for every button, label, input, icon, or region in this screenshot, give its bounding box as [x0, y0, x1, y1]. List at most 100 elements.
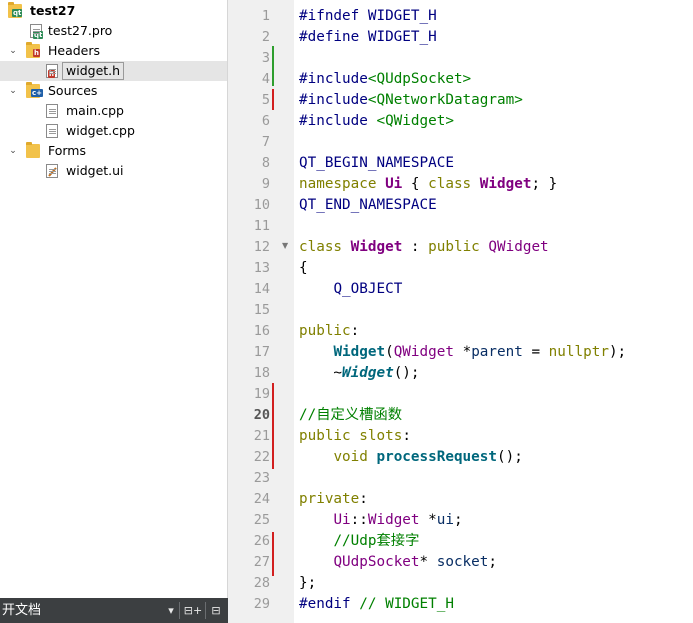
code-token: nullptr: [548, 344, 609, 360]
widget-h-label: widget.h: [62, 62, 125, 80]
sources-folder-icon: c+: [26, 82, 44, 98]
line-number: 28: [253, 575, 270, 591]
code-line[interactable]: #include <QWidget>: [299, 111, 454, 132]
line-number: 7: [261, 134, 270, 150]
line-number: 12: [253, 239, 270, 255]
code-token: :: [402, 239, 429, 255]
main-cpp-label: main.cpp: [66, 103, 124, 118]
code-line[interactable]: };: [299, 573, 316, 594]
pro-file-label: test27.pro: [48, 23, 113, 38]
tree-item-forms[interactable]: ⌄ Forms: [0, 141, 227, 161]
code-token: processRequest: [376, 449, 497, 465]
code-line[interactable]: //Udp套接字: [299, 531, 419, 552]
line-number: 8: [261, 155, 270, 171]
code-token: #include: [299, 92, 368, 108]
close-button[interactable]: ⊟: [208, 603, 224, 618]
code-token: #include: [299, 71, 368, 87]
line-number: 19: [253, 386, 270, 402]
code-token: ::: [350, 512, 368, 528]
collapse-arrow-icon[interactable]: ⌄: [8, 41, 18, 61]
code-token: class: [428, 176, 480, 192]
sources-label: Sources: [48, 83, 98, 98]
tree-item-sources[interactable]: ⌄ c+ Sources: [0, 81, 227, 101]
code-token: <QUdpSocket>: [367, 71, 472, 87]
code-token: ui: [436, 512, 454, 528]
cpp-file-icon: [46, 124, 58, 138]
code-token: *: [453, 344, 472, 360]
code-token: ~: [299, 365, 343, 381]
code-line[interactable]: void processRequest();: [299, 447, 522, 468]
code-line[interactable]: public:: [299, 321, 359, 342]
line-number: 10: [253, 197, 270, 213]
code-line[interactable]: public slots:: [299, 426, 411, 447]
tree-item-widget-h[interactable]: h widget.h: [0, 61, 227, 81]
code-line[interactable]: //自定义槽函数: [299, 405, 402, 426]
fold-arrow-icon[interactable]: ▼: [282, 241, 288, 250]
code-token: =: [522, 344, 549, 360]
code-token: Widget: [342, 365, 394, 381]
code-line[interactable]: #define WIDGET_H: [299, 27, 437, 48]
code-token: QWidget: [488, 239, 549, 255]
tree-item-project[interactable]: qt test27: [0, 1, 227, 21]
code-token: // WIDGET_H: [359, 596, 454, 612]
tree-item-main-cpp[interactable]: main.cpp: [0, 101, 227, 121]
code-line[interactable]: Widget(QWidget *parent = nullptr);: [299, 342, 626, 363]
code-token: #endif: [299, 596, 360, 612]
code-line[interactable]: ~Widget();: [299, 363, 419, 384]
line-number: 11: [253, 218, 270, 234]
collapse-arrow-icon[interactable]: ⌄: [8, 141, 18, 161]
line-number: 20: [253, 407, 270, 423]
line-number: 2: [261, 29, 270, 45]
code-token: QUdpSocket: [333, 554, 420, 570]
code-token: QT_END_NAMESPACE: [299, 197, 437, 213]
separator: [179, 602, 180, 619]
code-token: #define WIDGET_H: [299, 29, 437, 45]
collapse-arrow-icon[interactable]: ⌄: [8, 81, 18, 101]
open-documents-label: 开文档: [2, 603, 42, 618]
code-token: (: [385, 344, 394, 360]
tree-item-widget-cpp[interactable]: widget.cpp: [0, 121, 227, 141]
line-number: 3: [261, 50, 270, 66]
code-line[interactable]: QT_END_NAMESPACE: [299, 195, 437, 216]
code-line[interactable]: Ui::Widget *ui;: [299, 510, 462, 531]
dropdown-arrow-icon[interactable]: ▾: [165, 603, 177, 618]
line-number: 26: [253, 533, 270, 549]
line-number: 13: [253, 260, 270, 276]
code-token: //Udp套接字: [333, 533, 420, 549]
line-number: 17: [253, 344, 270, 360]
code-token: :: [402, 428, 411, 444]
code-line[interactable]: QUdpSocket* socket;: [299, 552, 497, 573]
code-line[interactable]: #ifndef WIDGET_H: [299, 6, 437, 27]
code-line[interactable]: #endif // WIDGET_H: [299, 594, 454, 615]
code-line[interactable]: namespace Ui { class Widget; }: [299, 174, 557, 195]
code-token: :: [350, 323, 360, 339]
code-line[interactable]: private:: [299, 489, 368, 510]
tree-item-widget-ui[interactable]: widget.ui: [0, 161, 227, 181]
code-token: ;: [488, 554, 497, 570]
code-token: Q_OBJECT: [333, 281, 403, 297]
ui-file-icon: [46, 164, 58, 178]
code-line[interactable]: {: [299, 258, 308, 279]
code-token: QT_BEGIN_NAMESPACE: [299, 155, 454, 171]
line-number: 15: [253, 302, 270, 318]
project-folder-icon: qt: [8, 2, 23, 18]
change-marker-added: [272, 46, 274, 86]
code-token: Widget: [333, 344, 386, 360]
code-token: namespace: [299, 176, 386, 192]
header-file-icon: h: [46, 64, 58, 78]
project-label: test27: [30, 3, 76, 18]
line-number: 22: [253, 449, 270, 465]
code-token: Widget: [367, 512, 420, 528]
tree-item-headers[interactable]: ⌄ h Headers: [0, 41, 227, 61]
tree-item-pro-file[interactable]: qt test27.pro: [0, 21, 227, 41]
code-line[interactable]: #include<QNetworkDatagram>: [299, 90, 523, 111]
code-token: socket: [436, 554, 489, 570]
code-line[interactable]: #include<QUdpSocket>: [299, 69, 471, 90]
line-number: 24: [253, 491, 270, 507]
code-line[interactable]: class Widget : public QWidget: [299, 237, 549, 258]
split-button[interactable]: ⊟+: [183, 603, 203, 618]
code-line[interactable]: Q_OBJECT: [299, 279, 402, 300]
code-line[interactable]: QT_BEGIN_NAMESPACE: [299, 153, 454, 174]
